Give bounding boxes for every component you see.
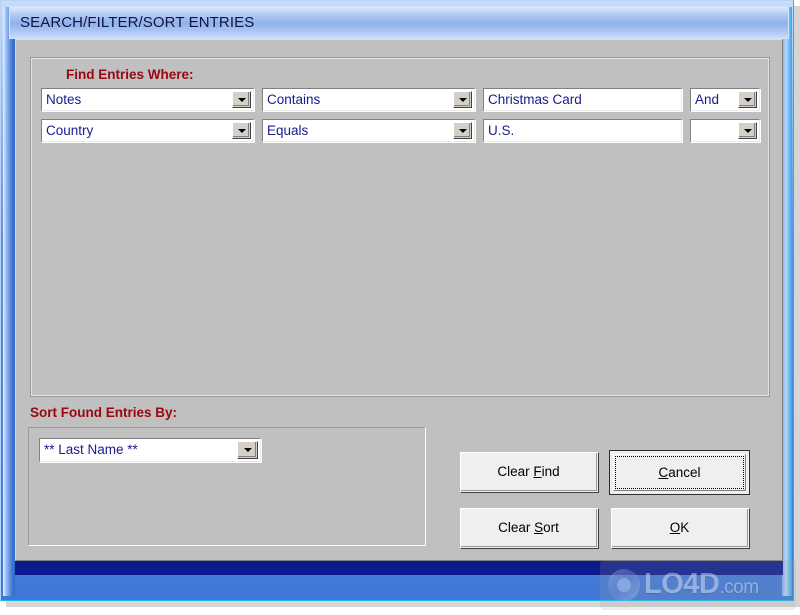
title-bar[interactable]: SEARCH/FILTER/SORT ENTRIES: [9, 6, 789, 39]
chevron-down-icon[interactable]: [237, 441, 258, 459]
chevron-down-icon[interactable]: [738, 91, 757, 108]
clear-find-button[interactable]: Clear Find: [460, 452, 599, 493]
find-row-0-conjunction-combo-value: And: [695, 92, 720, 107]
chevron-down-icon[interactable]: [453, 91, 472, 108]
find-row-0-operator-combo[interactable]: Contains: [262, 88, 475, 111]
find-row-0-conjunction-combo[interactable]: And: [690, 88, 760, 111]
ok-button[interactable]: OK: [611, 508, 750, 549]
sort-by-combo-value: ** Last Name **: [44, 442, 138, 457]
cancel-button-label: Cancel: [658, 464, 701, 480]
sort-by-combo[interactable]: ** Last Name **: [39, 438, 261, 462]
find-row-1-conjunction-combo[interactable]: [690, 119, 760, 142]
window-frame-left-gloss: [3, 7, 15, 596]
clear-find-button-label: Clear Find: [497, 463, 560, 479]
sort-entries-panel: ** Last Name **: [28, 427, 426, 546]
find-row-1-operator-combo-value: Equals: [267, 123, 309, 138]
find-row-1-operator-combo[interactable]: Equals: [262, 119, 475, 142]
find-row-0-value-textbox-value: Christmas Card: [488, 92, 582, 107]
sort-entries-label: Sort Found Entries By:: [30, 405, 178, 420]
cancel-button[interactable]: Cancel: [609, 450, 750, 495]
dialog-client-area: Find Entries Where: Notes Contains Chris…: [15, 39, 783, 561]
window-bottom-band: [15, 561, 783, 575]
ok-button-label: OK: [669, 519, 690, 535]
application-window: SEARCH/FILTER/SORT ENTRIES Find Entries …: [0, 0, 794, 601]
find-entries-groupbox: Find Entries Where: Notes Contains Chris…: [30, 57, 770, 397]
chevron-down-icon[interactable]: [232, 91, 251, 108]
find-row-1-field-combo[interactable]: Country: [41, 119, 254, 142]
chevron-down-icon[interactable]: [453, 122, 472, 139]
find-row-0-operator-combo-value: Contains: [267, 92, 321, 107]
clear-sort-button-label: Clear Sort: [498, 519, 559, 535]
chevron-down-icon[interactable]: [738, 122, 757, 139]
find-row-0-field-combo-value: Notes: [46, 92, 82, 107]
find-row-0-field-combo[interactable]: Notes: [41, 88, 254, 111]
find-entries-group-label: Find Entries Where:: [61, 67, 199, 83]
find-row-1-value-textbox-value: U.S.: [488, 123, 515, 138]
window-frame-right-gloss: [782, 7, 792, 596]
window-title: SEARCH/FILTER/SORT ENTRIES: [20, 14, 255, 31]
find-row-1-value-textbox[interactable]: U.S.: [483, 119, 682, 142]
find-row-0-value-textbox[interactable]: Christmas Card: [483, 88, 682, 111]
find-row-1-field-combo-value: Country: [46, 123, 94, 138]
clear-sort-button[interactable]: Clear Sort: [460, 508, 599, 549]
chevron-down-icon[interactable]: [232, 122, 251, 139]
